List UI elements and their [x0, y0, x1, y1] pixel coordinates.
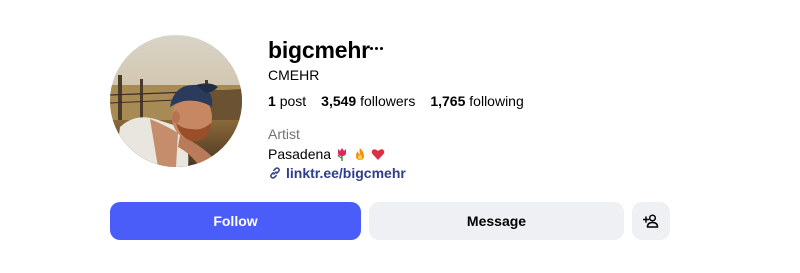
add-user-icon [643, 214, 659, 228]
tulip-icon [337, 148, 347, 161]
fire-icon [356, 148, 365, 160]
profile-link-text: linktr.ee/bigcmehr [286, 165, 406, 181]
dot [374, 46, 378, 50]
more-options-icon[interactable] [368, 38, 384, 58]
profile-stats: 1 post 3,549 followers 1,765 following [268, 92, 524, 110]
avatar[interactable] [110, 35, 242, 167]
following-label: following [469, 93, 524, 109]
following-stat[interactable]: 1,765 following [430, 92, 523, 110]
posts-label: post [279, 93, 307, 109]
posts-count: 1 [268, 93, 276, 109]
username: bigcmehr [268, 37, 370, 63]
link-icon [270, 167, 280, 179]
profile-link[interactable]: linktr.ee/bigcmehr [268, 164, 406, 182]
suggested-users-button[interactable] [632, 202, 670, 240]
message-button[interactable]: Message [369, 202, 624, 240]
bio-text: Pasadena [268, 146, 332, 162]
followers-label: followers [360, 93, 416, 109]
profile-category: Artist [268, 126, 300, 142]
bio: Pasadena [268, 145, 385, 163]
followers-stat[interactable]: 3,549 followers [321, 92, 415, 110]
full-name: CMEHR [268, 67, 320, 83]
profile-header: bigcmehr CMEHR 1 post 3,549 followers 1,… [0, 0, 800, 273]
dot [379, 46, 383, 50]
following-count: 1,765 [430, 93, 466, 109]
avatar-photo [110, 35, 242, 167]
follow-button[interactable]: Follow [110, 202, 361, 240]
posts-stat: 1 post [268, 92, 306, 110]
red-heart-icon [371, 149, 385, 160]
followers-count: 3,549 [321, 93, 357, 109]
dot [369, 46, 373, 50]
